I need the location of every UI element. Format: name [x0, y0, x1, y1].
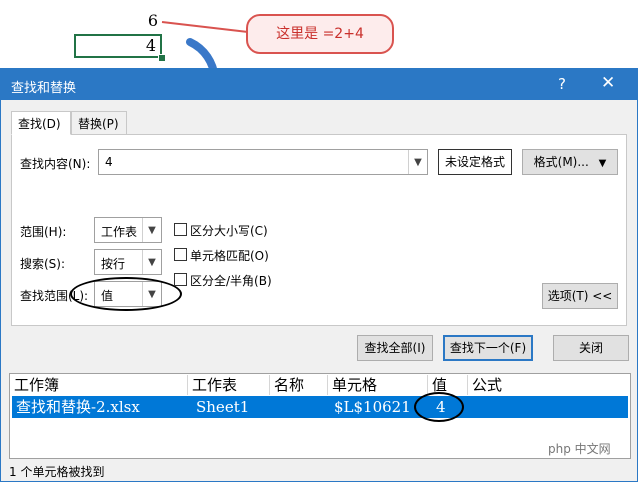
status-text: 1 个单元格被找到 — [9, 465, 105, 479]
match-case-checkbox[interactable] — [174, 223, 187, 236]
column-header-name[interactable]: 名称 — [270, 375, 328, 395]
tab-replace[interactable]: 替换(P) — [71, 111, 127, 135]
find-what-label: 查找内容(N): — [20, 157, 91, 171]
find-what-combobox[interactable]: 4 ▼ — [98, 149, 428, 175]
callout-connector — [161, 21, 249, 33]
match-entire-checkbox[interactable] — [174, 248, 187, 261]
dialog-title: 查找和替换 — [11, 81, 77, 96]
within-label: 范围(H): — [20, 225, 67, 239]
find-next-button[interactable]: 查找下一个(F) — [443, 335, 533, 361]
tab-find[interactable]: 查找(D) — [11, 111, 71, 135]
help-icon[interactable]: ? — [558, 75, 566, 93]
format-button-label: 格式(M)... — [533, 155, 589, 169]
row-name — [274, 396, 276, 418]
close-icon[interactable]: ✕ — [601, 73, 615, 93]
search-label: 搜索(S): — [20, 257, 66, 271]
find-replace-dialog: 查找和替换 ? ✕ 查找(D) 替换(P) 查找内容(N): 4 ▼ 未设定格式… — [0, 68, 638, 482]
chevron-down-icon[interactable]: ▼ — [142, 250, 161, 274]
match-case-label: 区分大小写(C) — [190, 224, 268, 238]
match-byte-label: 区分全/半角(B) — [190, 274, 272, 288]
column-header-formula[interactable]: 公式 — [468, 375, 548, 395]
search-select[interactable]: 按行 ▼ — [94, 249, 162, 275]
callout-note: 这里是 =2+4 — [246, 14, 394, 54]
selected-cell[interactable]: 4 — [74, 34, 162, 58]
row-formula — [472, 396, 474, 418]
column-header-cell[interactable]: 单元格 — [328, 375, 428, 395]
within-value: 工作表 — [101, 225, 138, 239]
options-button[interactable]: 选项(T) << — [542, 283, 618, 309]
chevron-down-icon: ▼ — [598, 158, 607, 169]
match-entire-label: 单元格匹配(O) — [190, 249, 269, 263]
row-workbook: 查找和替换-2.xlsx — [16, 398, 140, 416]
match-byte-checkbox[interactable] — [174, 273, 187, 286]
highlight-oval — [70, 277, 182, 311]
highlight-oval — [414, 392, 464, 422]
find-panel: 查找内容(N): 4 ▼ 未设定格式 格式(M)... ▼ 范围(H): 工作表… — [11, 134, 627, 326]
fill-handle[interactable] — [158, 54, 166, 62]
watermark: php 中文网 — [548, 442, 611, 456]
within-select[interactable]: 工作表 ▼ — [94, 217, 162, 243]
column-header-workbook[interactable]: 工作簿 — [10, 375, 188, 395]
row-cell: $L$10621 — [334, 398, 411, 416]
dialog-titlebar[interactable]: 查找和替换 ? ✕ — [1, 69, 637, 100]
results-list[interactable]: 工作簿 工作表 名称 单元格 值 公式 查找和替换-2.xlsx Sheet1 … — [9, 373, 631, 459]
find-all-button[interactable]: 查找全部(I) — [357, 335, 433, 361]
column-header-sheet[interactable]: 工作表 — [188, 375, 270, 395]
cell-above[interactable]: 6 — [74, 10, 162, 32]
format-button[interactable]: 格式(M)... ▼ — [522, 149, 618, 175]
find-what-value: 4 — [105, 155, 113, 169]
chevron-down-icon[interactable]: ▼ — [142, 218, 161, 242]
table-row[interactable]: 查找和替换-2.xlsx Sheet1 $L$10621 4 — [12, 396, 628, 418]
format-preview: 未设定格式 — [438, 149, 512, 175]
search-value: 按行 — [101, 257, 126, 271]
row-sheet: Sheet1 — [196, 398, 250, 416]
close-button[interactable]: 关闭 — [553, 335, 629, 361]
chevron-down-icon[interactable]: ▼ — [408, 150, 427, 174]
